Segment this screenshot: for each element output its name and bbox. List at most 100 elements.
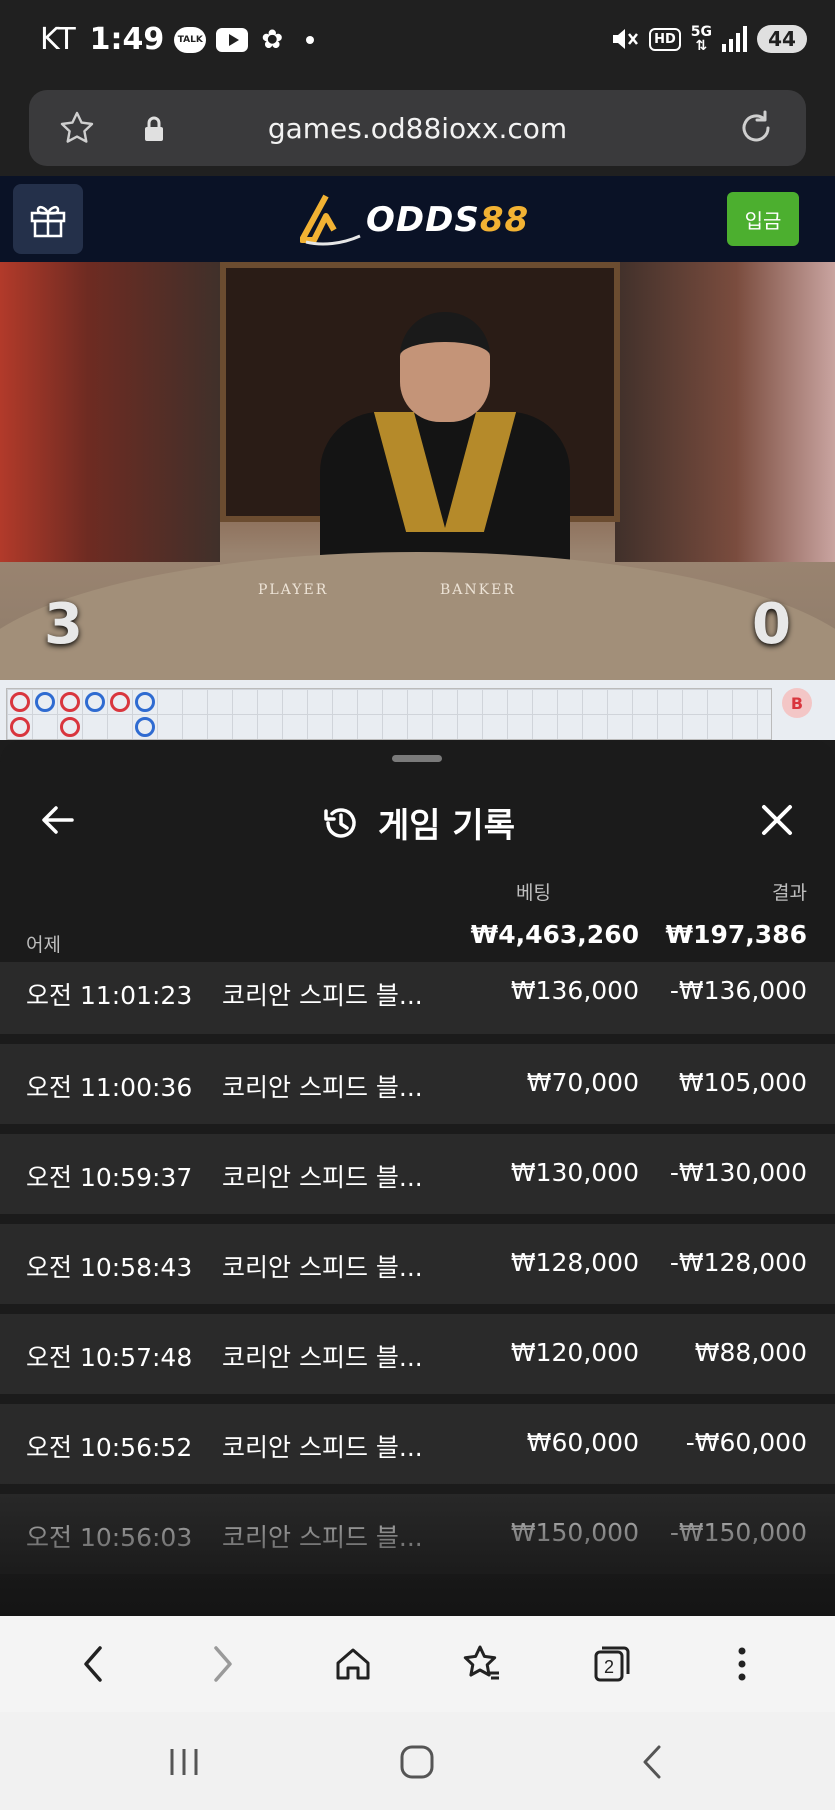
row-result: ₩88,000	[694, 1338, 807, 1367]
bead-red	[10, 692, 30, 712]
row-bet: ₩70,000	[526, 1068, 639, 1097]
deposit-button[interactable]: 입금	[727, 192, 799, 246]
clock: 1:49	[89, 22, 165, 57]
pinwheel-icon: ✿	[261, 24, 284, 55]
bead-red	[60, 692, 80, 712]
back-button[interactable]	[63, 1634, 123, 1694]
forward-button[interactable]	[193, 1634, 253, 1694]
row-result: -₩130,000	[669, 1158, 807, 1187]
logo-accent-text: 88	[479, 200, 530, 240]
logo-text: ODDS88	[366, 200, 529, 240]
youtube-icon	[216, 27, 249, 52]
history-row[interactable]: 오전 10:57:48 코리안 스피드 블... ₩120,000 ₩88,00…	[0, 1314, 835, 1394]
url-text[interactable]: games.od88ioxx.com	[29, 112, 806, 145]
row-result: -₩150,000	[669, 1518, 807, 1547]
kakaotalk-icon: TALK	[174, 26, 207, 53]
bead-blue	[135, 692, 155, 712]
close-icon[interactable]	[757, 800, 797, 840]
video-background-right	[615, 262, 835, 562]
baccarat-table	[0, 552, 835, 680]
bead-red	[60, 717, 80, 737]
bead-road-grid	[6, 688, 772, 740]
banker-score: 0	[752, 592, 791, 657]
network-5g-icon: 5G ⇅	[690, 24, 712, 54]
refresh-icon[interactable]	[736, 108, 776, 148]
status-right: HD 5G ⇅ 44	[609, 24, 807, 54]
system-home-button[interactable]	[397, 1742, 437, 1782]
row-bet: ₩128,000	[510, 1248, 639, 1277]
live-dealer-video[interactable]: PLAYER BANKER 3 0	[0, 262, 835, 680]
sheet-title: 게임 기록	[378, 806, 515, 846]
bead-blue	[135, 717, 155, 737]
bookmarks-star-icon	[464, 1645, 500, 1680]
row-time: 오전 10:56:03	[26, 1523, 193, 1552]
carrier-label: KT	[40, 22, 76, 57]
home-icon	[336, 1648, 370, 1680]
row-bet: ₩60,000	[526, 1428, 639, 1457]
dealer-figure	[320, 312, 570, 582]
site-logo[interactable]: ODDS88	[300, 194, 529, 246]
history-row[interactable]: 오전 10:58:43 코리안 스피드 블... ₩128,000 -₩128,…	[0, 1224, 835, 1304]
notification-dot-icon	[306, 35, 315, 44]
history-icon	[324, 807, 356, 838]
row-game: 코리안 스피드 블...	[222, 1163, 423, 1192]
banker-badge: B	[782, 688, 812, 718]
bead-blue	[35, 692, 55, 712]
row-game: 코리안 스피드 블...	[222, 1433, 423, 1462]
row-game: 코리안 스피드 블...	[222, 1253, 423, 1282]
row-game: 코리안 스피드 블...	[222, 1073, 423, 1102]
row-time: 오전 11:00:36	[26, 1073, 193, 1102]
sheet-header: 게임 기록	[0, 780, 835, 860]
chevron-left-icon	[84, 1646, 102, 1682]
history-row[interactable]: 오전 10:59:37 코리안 스피드 블... ₩130,000 -₩130,…	[0, 1134, 835, 1214]
system-home-icon	[400, 1745, 434, 1779]
row-result: ₩105,000	[678, 1068, 807, 1097]
more-menu-button[interactable]	[712, 1634, 772, 1694]
recents-button[interactable]	[164, 1742, 204, 1782]
bookmarks-button[interactable]	[452, 1634, 512, 1694]
row-result: -₩60,000	[685, 1428, 807, 1457]
road-map[interactable]: B	[0, 680, 835, 740]
row-time: 오전 10:58:43	[26, 1253, 193, 1282]
row-game: 코리안 스피드 블...	[222, 1343, 423, 1372]
recents-icon	[170, 1749, 198, 1775]
status-bar: KT 1:49 TALK ✿ HD 5G ⇅ 44	[0, 0, 835, 84]
status-left: KT 1:49 TALK ✿	[40, 22, 315, 57]
history-row[interactable]: 오전 11:01:23 코리안 스피드 블... ₩136,000 -₩136,…	[0, 962, 835, 1034]
row-result: -₩128,000	[669, 1248, 807, 1277]
column-header-bet: 베팅	[516, 882, 551, 904]
bead-blue	[85, 692, 105, 712]
gift-icon	[30, 205, 66, 238]
row-bet: ₩130,000	[510, 1158, 639, 1187]
battery-icon: 44	[757, 25, 807, 53]
address-bar[interactable]: games.od88ioxx.com	[29, 90, 806, 166]
row-time: 오전 10:56:52	[26, 1433, 193, 1462]
player-area-text: PLAYER	[258, 582, 329, 598]
row-bet: ₩120,000	[510, 1338, 639, 1367]
history-row[interactable]: 오전 10:56:52 코리안 스피드 블... ₩60,000 -₩60,00…	[0, 1404, 835, 1484]
system-back-icon	[643, 1745, 661, 1779]
row-result: -₩136,000	[669, 976, 807, 1005]
more-vertical-icon	[738, 1647, 746, 1681]
logo-main-text: ODDS	[366, 200, 480, 240]
home-button[interactable]	[323, 1634, 383, 1694]
bead-red	[110, 692, 130, 712]
system-navigation-bar	[0, 1712, 835, 1810]
row-time: 오전 11:01:23	[26, 981, 193, 1010]
gift-button[interactable]	[13, 184, 83, 254]
network-label: 5G	[690, 24, 712, 40]
total-bet: ₩4,463,260	[470, 920, 639, 949]
history-row[interactable]: 오전 10:56:03 코리안 스피드 블... ₩150,000 -₩150,…	[0, 1494, 835, 1574]
browser-address-area: games.od88ioxx.com	[0, 84, 835, 176]
column-header-result: 결과	[772, 882, 807, 904]
logo-triangle-icon	[300, 194, 361, 246]
sheet-drag-handle[interactable]	[392, 755, 442, 762]
tabs-button[interactable]: 2	[582, 1634, 642, 1694]
site-header: ODDS88 입금	[0, 176, 835, 262]
video-background-left	[0, 262, 220, 562]
game-history-sheet: 게임 기록 베팅 결과 어제 ₩4,463,260 ₩197,386 오전 11…	[0, 740, 835, 1616]
row-time: 오전 10:59:37	[26, 1163, 193, 1192]
row-bet: ₩136,000	[510, 976, 639, 1005]
history-row[interactable]: 오전 11:00:36 코리안 스피드 블... ₩70,000 ₩105,00…	[0, 1044, 835, 1124]
system-back-button[interactable]	[632, 1742, 672, 1782]
